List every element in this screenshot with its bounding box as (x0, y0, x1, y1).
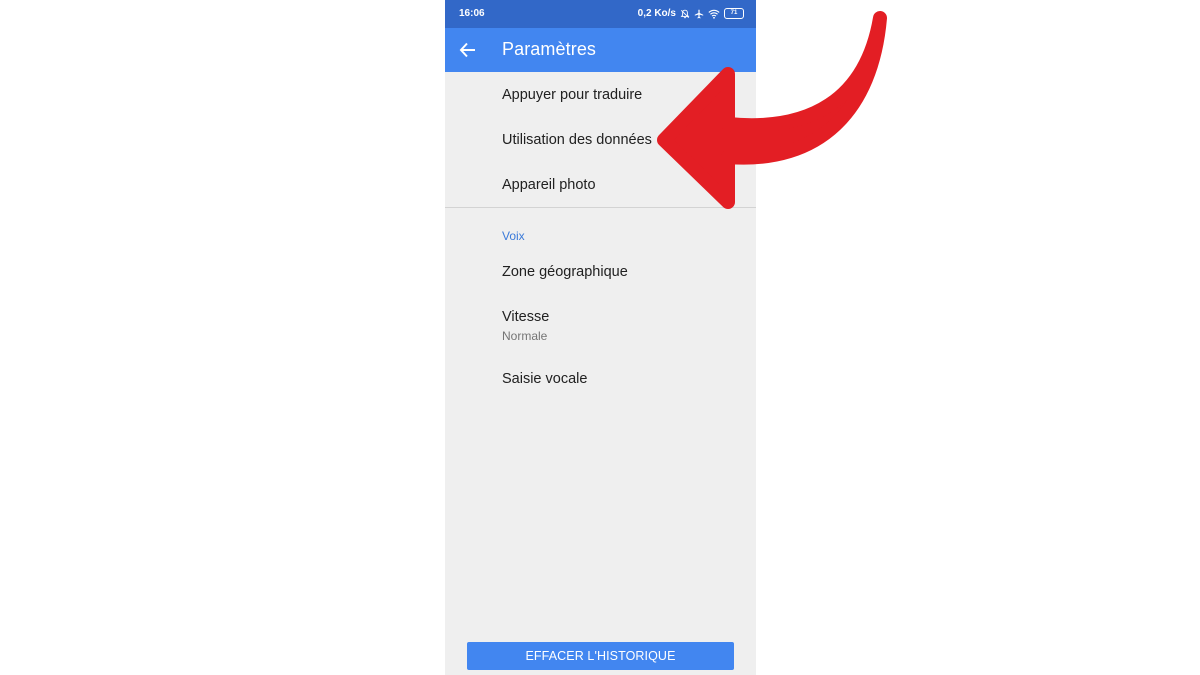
status-time: 16:06 (459, 8, 485, 19)
airplane-icon (694, 9, 704, 19)
section-header-voice: Voix (502, 229, 525, 243)
status-indicators: 0,2 Ko/s 71 (638, 8, 744, 19)
setting-voice-input[interactable]: Saisie vocale (502, 371, 587, 387)
setting-region[interactable]: Zone géographique (502, 264, 628, 280)
page-title: Paramètres (502, 39, 597, 59)
setting-speed[interactable]: Vitesse (502, 309, 549, 325)
phone-screen: 16:06 0,2 Ko/s 71 Paramètres Appuyer pou… (445, 0, 756, 675)
section-divider (445, 207, 756, 208)
status-bar: 16:06 0,2 Ko/s 71 (445, 0, 756, 28)
bell-muted-icon (680, 9, 690, 19)
app-bar: Paramètres (445, 28, 756, 72)
setting-data-usage[interactable]: Utilisation des données (502, 132, 652, 148)
setting-speed-value: Normale (502, 329, 548, 343)
wifi-icon (708, 9, 720, 19)
arrow-left-icon[interactable] (459, 40, 477, 60)
screenshot-stage: 16:06 0,2 Ko/s 71 Paramètres Appuyer pou… (0, 0, 1200, 675)
setting-camera[interactable]: Appareil photo (502, 177, 596, 193)
clear-history-button[interactable]: EFFACER L'HISTORIQUE (467, 642, 734, 670)
battery-icon: 71 (724, 8, 744, 19)
setting-tap-to-translate[interactable]: Appuyer pour traduire (502, 87, 642, 103)
network-speed: 0,2 Ko/s (637, 8, 676, 19)
